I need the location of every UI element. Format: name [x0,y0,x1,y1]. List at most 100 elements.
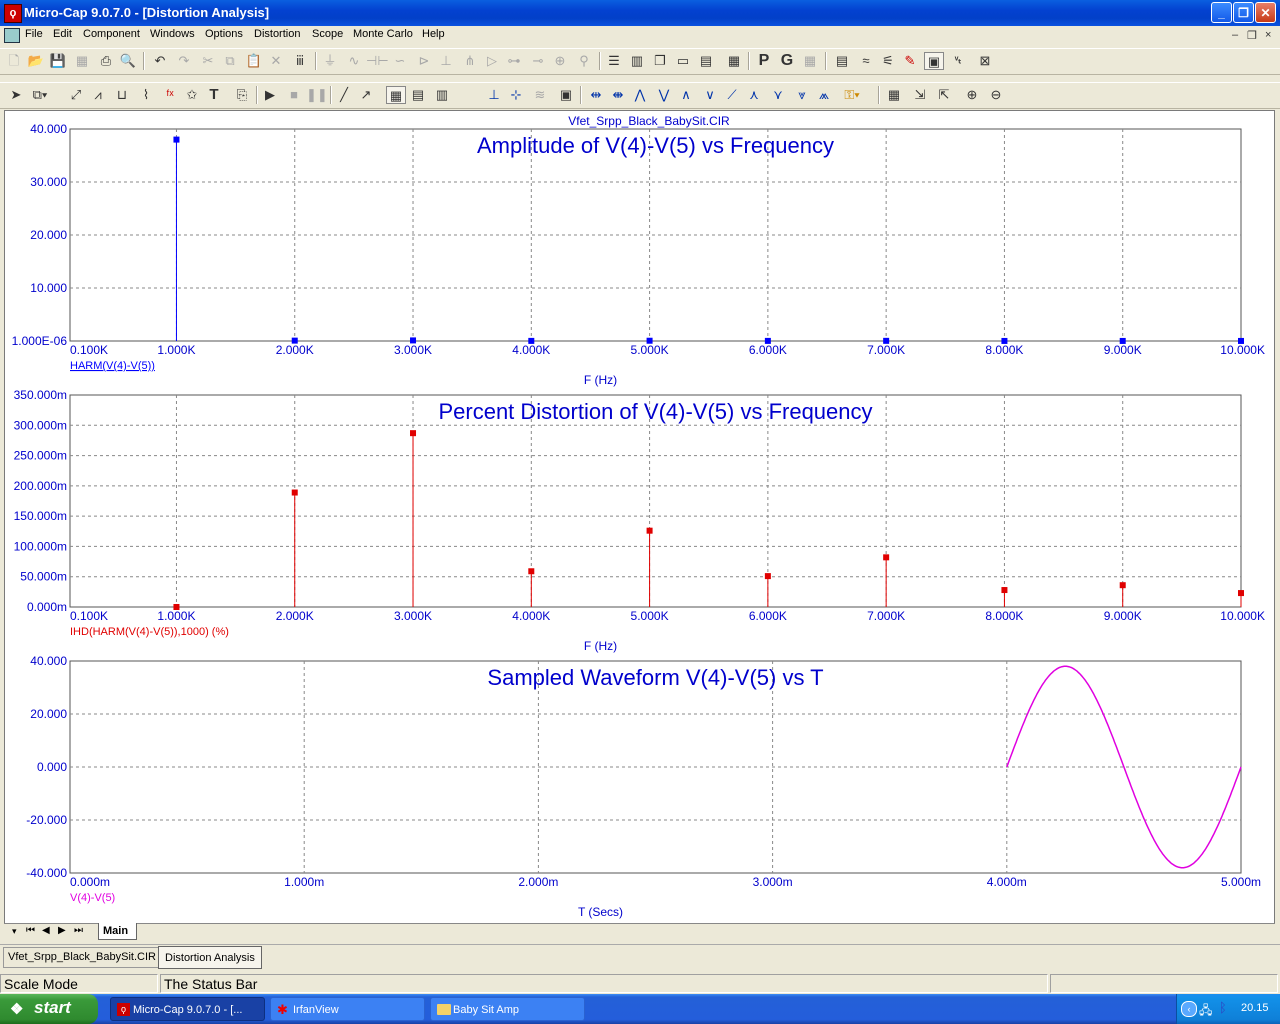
arrow-tool-icon[interactable]: ↗ [356,86,376,104]
print-icon[interactable]: ⎙ [96,52,116,70]
microcap-logo-icon[interactable]: ϙ [4,4,22,23]
tab-prev-icon[interactable]: ◀ [42,925,50,936]
grid-minor-icon[interactable]: ▤ [408,86,428,104]
task-baby-sit-amp[interactable]: Baby Sit Amp [430,997,585,1021]
menu-distortion[interactable]: Distortion [254,28,300,40]
grid-icon[interactable]: ▦ [800,52,820,70]
network-icon[interactable]: 🖧 [1199,1001,1212,1022]
zoom-in-icon[interactable]: ⊕ [962,86,982,104]
split-horizontal-icon[interactable]: ☰ [604,52,624,70]
pen-icon[interactable]: ✎ [900,52,920,70]
tab-last-icon[interactable]: ⏭ [74,925,83,936]
numeric-output-icon[interactable]: ▤ [832,52,852,70]
menu-help[interactable]: Help [422,28,445,40]
table-icon[interactable]: ▦ [884,86,904,104]
waveform-icon[interactable]: ≈ [856,52,876,70]
minimize-button[interactable]: _ [1211,2,1232,23]
new-icon[interactable]: 🗋 [4,52,24,70]
battery-icon[interactable]: ⊥ [436,52,456,70]
paste-icon[interactable]: 📋 [244,52,264,70]
top-icon[interactable]: ⩔ [792,86,812,104]
resistor-icon[interactable]: ∿ [344,52,364,70]
properties-icon[interactable]: ⎘ [232,86,252,104]
grid-bold-icon[interactable]: ▦ [386,86,406,104]
zoom-out-icon[interactable]: ⊖ [986,86,1006,104]
run-icon[interactable]: ▶ [260,86,280,104]
global-low-icon[interactable]: ⋎ [768,86,788,104]
inflection-icon[interactable]: ⟋ [722,86,742,104]
plot-canvas[interactable]: Vfet_Srpp_Black_BabySit.CIR 40.000 30.000… [5,111,1274,923]
shape-icon[interactable]: ✩ [182,86,202,104]
tab-first-icon[interactable]: ⏮ [26,925,35,936]
opamp-icon[interactable]: ▷ [482,52,502,70]
cursor-tool-icon[interactable]: ⚟ [878,52,898,70]
menu-monte-carlo[interactable]: Monte Carlo [353,28,413,40]
plot-icon[interactable]: ⌇ [136,86,156,104]
bluetooth-icon[interactable]: ᛒ [1219,1000,1227,1015]
source-icon[interactable]: ⊕ [550,52,570,70]
redo-icon[interactable]: ↷ [174,52,194,70]
inductor-icon[interactable]: ∽ [390,52,410,70]
plot-properties-icon[interactable]: ⊠ [975,52,995,70]
menu-edit[interactable]: Edit [53,28,72,40]
plot-window-icon[interactable]: ▣ [924,52,944,70]
cut-icon[interactable]: ✂ [198,52,218,70]
tray-expand-icon[interactable]: ‹ [1181,1001,1197,1017]
document-icon[interactable] [4,28,20,43]
open-icon[interactable]: 📂 [26,52,46,70]
grid-fine-icon[interactable]: ▥ [432,86,452,104]
peak-right-icon[interactable]: ⇼ [608,86,628,104]
high-icon[interactable]: ∧ [676,86,696,104]
close-button[interactable]: ✕ [1255,2,1276,23]
g-icon[interactable]: G [777,52,797,70]
low-icon[interactable]: ∨ [700,86,720,104]
tile-icon[interactable]: ▤ [696,52,716,70]
transistor-icon[interactable]: ⋔ [460,52,480,70]
wire-icon[interactable]: ⊸ [528,52,548,70]
menu-file[interactable]: File [25,28,43,40]
scale-y-icon[interactable]: ⇱ [934,86,954,104]
menu-component[interactable]: Component [83,28,140,40]
copy-icon[interactable]: ⧉ [220,52,240,70]
probe-icon[interactable]: ⚲ [574,52,594,70]
task-irfanview[interactable]: ✱ IrfanView [270,997,425,1021]
save-icon[interactable]: 💾 [48,52,68,70]
text-tool-icon[interactable]: T [204,86,224,104]
chart-icon[interactable]: ▣ [556,86,576,104]
save-all-icon[interactable]: ▦ [72,52,92,70]
window-icon[interactable]: ▭ [673,52,693,70]
menu-scope[interactable]: Scope [312,28,343,40]
pause-icon[interactable]: ❚❚ [306,86,328,104]
diode-icon[interactable]: ⊳ [414,52,434,70]
mdi-minimize-button[interactable]: – [1232,29,1238,41]
peak-icon[interactable]: ⋀ [630,86,650,104]
switch-icon[interactable]: ⊶ [504,52,524,70]
tab-distortion-analysis[interactable]: Distortion Analysis [158,946,262,969]
component-mode-icon[interactable]: ⧉▾ [30,86,50,104]
plot-window[interactable]: Vfet_Srpp_Black_BabySit.CIR 40.000 30.000… [4,110,1275,942]
line-tool-icon[interactable]: ╱ [334,86,354,104]
task-microcap[interactable]: ϙ Micro-Cap 9.0.7.0 - [... [110,997,265,1021]
mdi-close-button[interactable]: × [1265,29,1271,41]
cursor-move-icon[interactable]: ⊹ [506,86,526,104]
scroll-first-icon[interactable]: ▾ [12,926,17,937]
print-preview-icon[interactable]: 🔍 [118,52,138,70]
calculator-icon[interactable]: ▦ [724,52,744,70]
zigzag-icon[interactable]: ⩘ [88,86,108,104]
menu-options[interactable]: Options [205,28,243,40]
valley-icon[interactable]: ⋁ [654,86,674,104]
fx-icon[interactable]: ᶠˣ [160,86,180,104]
delete-icon[interactable]: ✕ [266,52,286,70]
restore-button[interactable]: ❐ [1233,2,1254,23]
trace-icon[interactable]: ≋ [530,86,550,104]
select-arrow-icon[interactable]: ➤ [6,86,26,104]
text-select-icon[interactable]: ⅲ [290,52,310,70]
start-button[interactable]: ❖ start [0,994,98,1024]
tag-icon[interactable]: ⚿▾ [842,86,862,104]
ground-icon[interactable]: ⏚ [320,52,340,70]
graph-icon[interactable]: ⊔ [112,86,132,104]
split-vertical-icon[interactable]: ▥ [627,52,647,70]
scale-x-icon[interactable]: ⇲ [910,86,930,104]
bottom-icon[interactable]: ⩕ [814,86,834,104]
cascade-icon[interactable]: ❐ [650,52,670,70]
